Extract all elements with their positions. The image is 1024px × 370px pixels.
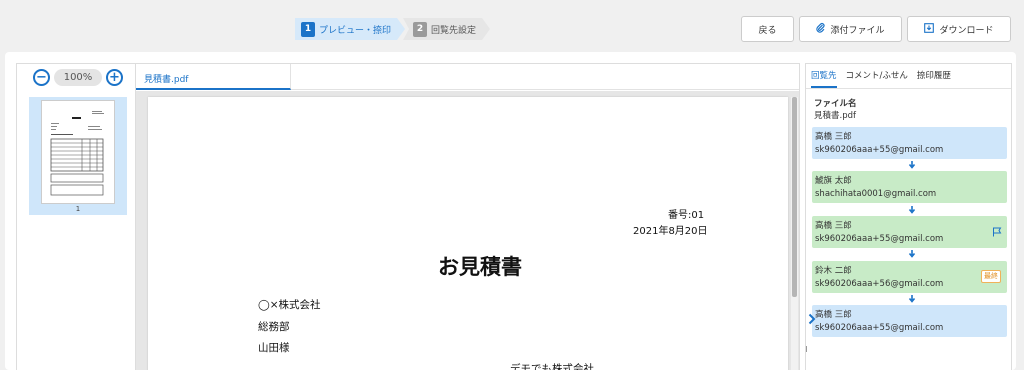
back-button-label: 戻る — [758, 25, 777, 36]
arrow-down-icon — [908, 250, 916, 258]
recipients-panel: 回覧先 コメント/ふせん 捺印履歴 ファイル名 見積書.pdf 高橋 三郎 sk… — [805, 63, 1012, 370]
zoom-controls: − 100% + — [17, 67, 139, 87]
recipient-card[interactable]: 高橋 三郎 sk960206aaa+55@gmail.com — [812, 216, 1007, 248]
current-marker-icon — [808, 313, 816, 325]
recipient-name: 高橋 三郎 — [815, 310, 852, 320]
step-number: 2 — [413, 22, 427, 37]
step-label: プレビュー・捺印 — [319, 25, 392, 36]
recipient-name: 高橋 三郎 — [815, 221, 852, 231]
document-number: 番号:01 — [668, 210, 705, 221]
recipient-card[interactable]: 鈴木 二郎 sk960206aaa+56@gmail.com 最終 — [812, 261, 1007, 293]
recipient-email: shachihata0001@gmail.com — [815, 189, 937, 199]
thumbnail-panel: − 100% + 1 — [16, 63, 140, 370]
document-viewer: 見積書.pdf 番号:01 2021年8月20日 お見積書 ◯×株式会社 総務部… — [135, 63, 800, 370]
recipient-email: sk960206aaa+55@gmail.com — [815, 323, 944, 333]
recipient-card[interactable]: 高橋 三郎 sk960206aaa+55@gmail.com — [808, 305, 1007, 337]
zoom-out-icon[interactable]: − — [33, 68, 50, 86]
page-thumbnail[interactable]: 1 — [29, 97, 127, 215]
document-scrollbar[interactable] — [791, 97, 798, 370]
step-preview-stamp[interactable]: 1 プレビュー・捺印 — [295, 18, 405, 40]
back-button[interactable]: 戻る — [741, 16, 794, 42]
recipient-card[interactable]: 高橋 三郎 sk960206aaa+55@gmail.com — [812, 127, 1007, 159]
divider — [806, 346, 807, 352]
paperclip-icon — [816, 22, 826, 36]
document-sender-company: デモでも株式会社 — [510, 363, 594, 370]
document-title: お見積書 — [438, 255, 522, 279]
arrow-down-icon — [908, 161, 916, 169]
main-content: − 100% + 1 見積書.pdf 番号:01 2021年8月20日 お見積書… — [5, 52, 1016, 370]
recipients-tabs: 回覧先 コメント/ふせん 捺印履歴 — [806, 64, 1011, 89]
download-button[interactable]: ダウンロード — [907, 16, 1011, 42]
zoom-level: 100% — [54, 68, 102, 86]
flag-icon[interactable] — [992, 227, 1002, 237]
step-indicator: 1 プレビュー・捺印 2 回覧先設定 — [295, 18, 490, 40]
tab-recipients[interactable]: 回覧先 — [811, 69, 837, 88]
file-name-value: 見積書.pdf — [814, 111, 856, 121]
scrollbar-thumb[interactable] — [792, 97, 797, 297]
tab-stamp-history[interactable]: 捺印履歴 — [917, 69, 951, 88]
recipient-name: 高橋 三郎 — [815, 132, 852, 142]
download-button-label: ダウンロード — [939, 25, 994, 36]
document-canvas: 番号:01 2021年8月20日 お見積書 ◯×株式会社 総務部 山田様 デモで… — [136, 91, 799, 370]
zoom-in-icon[interactable]: + — [106, 68, 123, 86]
download-icon — [924, 22, 935, 36]
recipient-name: 鯱旗 太郎 — [815, 176, 852, 186]
recipient-email: sk960206aaa+55@gmail.com — [815, 234, 944, 244]
page-thumbnail-preview — [41, 100, 115, 204]
recipient-email: sk960206aaa+56@gmail.com — [815, 279, 944, 289]
document-tab-bar: 見積書.pdf — [136, 64, 799, 90]
attachment-button[interactable]: 添付ファイル — [799, 16, 902, 42]
recipient-email: sk960206aaa+55@gmail.com — [815, 145, 944, 155]
tab-document-file[interactable]: 見積書.pdf — [136, 64, 291, 90]
file-name-label: ファイル名 — [814, 99, 857, 109]
final-badge: 最終 — [981, 270, 1001, 283]
recipient-card[interactable]: 鯱旗 太郎 shachihata0001@gmail.com — [812, 171, 1007, 203]
page-number: 1 — [75, 205, 81, 213]
recipient-name: 鈴木 二郎 — [815, 266, 852, 276]
document-date: 2021年8月20日 — [633, 226, 708, 237]
step-label: 回覧先設定 — [431, 25, 477, 36]
thumbnail-page-drawing — [50, 111, 104, 196]
tab-comments-sticky[interactable]: コメント/ふせん — [846, 69, 908, 88]
document-client-department: 総務部 — [258, 321, 290, 333]
arrow-down-icon — [908, 206, 916, 214]
document-client-name: 山田様 — [258, 342, 290, 354]
arrow-down-icon — [908, 295, 916, 303]
step-circulation-settings[interactable]: 2 回覧先設定 — [403, 18, 490, 40]
step-number: 1 — [301, 22, 315, 37]
attachment-button-label: 添付ファイル — [830, 25, 885, 36]
document-client-company: ◯×株式会社 — [258, 299, 321, 311]
pdf-page: 番号:01 2021年8月20日 お見積書 ◯×株式会社 総務部 山田様 デモで… — [148, 97, 788, 370]
